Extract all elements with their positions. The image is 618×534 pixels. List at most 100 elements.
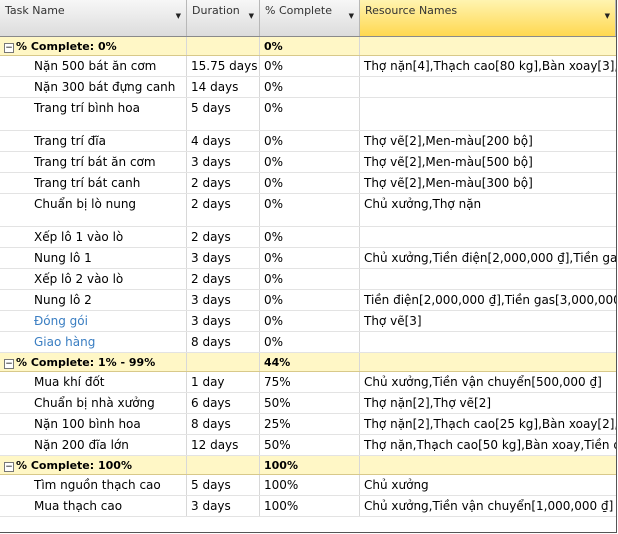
duration-cell[interactable] [187,37,260,55]
dropdown-arrow-icon[interactable]: ▼ [349,12,354,20]
group-row[interactable]: −% Complete: 0% 0% [0,37,616,56]
task-name-cell[interactable]: Giao hàng [0,332,187,352]
task-row[interactable]: Nung lô 2 3 days 0% Tiền điện[2,000,000 ₫],… [0,290,616,311]
percent-complete-cell[interactable]: 50% [260,435,360,455]
percent-complete-cell[interactable]: 100% [260,496,360,516]
resource-names-cell[interactable] [360,353,616,371]
group-row[interactable]: −% Complete: 1% - 99% 44% [0,353,616,372]
resource-names-cell[interactable]: Chủ xưởng,Thợ nặn [360,194,616,226]
percent-complete-cell[interactable]: 0% [260,227,360,247]
percent-complete-cell[interactable]: 0% [260,332,360,352]
dropdown-arrow-icon[interactable]: ▼ [176,12,181,20]
duration-cell[interactable]: 14 days [187,77,260,97]
resource-names-cell[interactable]: Thợ nặn[4],Thạch cao[80 kg],Bàn xoay[3], [360,56,616,76]
resource-names-cell[interactable]: Tiền điện[2,000,000 ₫],Tiền gas[3,000,00… [360,290,616,310]
task-row[interactable]: Đóng gói 3 days 0% Thợ vẽ[3] [0,311,616,332]
column-header-resource-names[interactable]: Resource Names ▼ [360,0,616,36]
resource-names-cell[interactable]: Chủ xưởng [360,475,616,495]
task-name-cell[interactable]: Nung lô 1 [0,248,187,268]
duration-cell[interactable]: 5 days [187,98,260,130]
duration-cell[interactable]: 3 days [187,248,260,268]
resource-names-cell[interactable]: Thợ nặn[2],Thợ vẽ[2] [360,393,616,413]
percent-complete-cell[interactable]: 75% [260,372,360,392]
duration-cell[interactable]: 2 days [187,194,260,226]
task-name-cell[interactable]: Tìm nguồn thạch cao [0,475,187,495]
task-name-cell[interactable]: Trang trí bát ăn cơm [0,152,187,172]
task-name-cell[interactable]: Nặn 300 bát đựng canh [0,77,187,97]
duration-cell[interactable]: 5 days [187,475,260,495]
resource-names-cell[interactable] [360,227,616,247]
resource-names-cell[interactable]: Chủ xưởng,Tiền vận chuyển[500,000 ₫] [360,372,616,392]
task-name-cell[interactable]: Mua khí đốt [0,372,187,392]
resource-names-cell[interactable]: Thợ vẽ[2],Men-màu[300 bộ] [360,173,616,193]
duration-cell[interactable]: 4 days [187,131,260,151]
task-name-cell[interactable]: Nặn 500 bát ăn cơm [0,56,187,76]
task-name-cell[interactable]: Mua thạch cao [0,496,187,516]
resource-names-cell[interactable]: Chủ xưởng,Tiền điện[2,000,000 ₫],Tiền ga [360,248,616,268]
percent-complete-cell[interactable]: 0% [260,290,360,310]
dropdown-arrow-icon[interactable]: ▼ [605,12,610,20]
percent-complete-cell[interactable]: 0% [260,269,360,289]
task-name-cell[interactable]: −% Complete: 100% [0,456,187,474]
percent-complete-cell[interactable]: 0% [260,173,360,193]
duration-cell[interactable]: 3 days [187,152,260,172]
resource-names-cell[interactable] [360,77,616,97]
collapse-icon[interactable]: − [4,462,14,472]
task-name-cell[interactable]: Trang trí bình hoa [0,98,187,130]
task-row[interactable]: Nặn 200 đĩa lớn 12 days 50% Thợ nặn,Thạch c… [0,435,616,456]
collapse-icon[interactable]: − [4,359,14,369]
percent-complete-cell[interactable]: 0% [260,77,360,97]
duration-cell[interactable]: 8 days [187,414,260,434]
task-name-cell[interactable]: Chuẩn bị lò nung [0,194,187,226]
resource-names-cell[interactable]: Thợ vẽ[2],Men-màu[200 bộ] [360,131,616,151]
percent-complete-cell[interactable]: 0% [260,37,360,55]
task-row[interactable]: Nặn 500 bát ăn cơm 15.75 days 0% Thợ nặn[4]… [0,56,616,77]
resource-names-cell[interactable]: Thợ nặn[2],Thạch cao[25 kg],Bàn xoay[2], [360,414,616,434]
task-row[interactable]: Xếp lô 2 vào lò 2 days 0% [0,269,616,290]
percent-complete-cell[interactable]: 0% [260,98,360,130]
task-row[interactable]: Trang trí bình hoa 5 days 0% [0,98,616,131]
resource-names-cell[interactable] [360,98,616,130]
resource-names-cell[interactable] [360,456,616,474]
task-row[interactable]: Chuẩn bị nhà xưởng 6 days 50% Thợ nặn[2],Th… [0,393,616,414]
duration-cell[interactable]: 3 days [187,290,260,310]
task-name-cell[interactable]: Chuẩn bị nhà xưởng [0,393,187,413]
task-row[interactable]: Mua thạch cao 3 days 100% Chủ xưởng,Tiền vậ… [0,496,616,517]
task-name-cell[interactable]: −% Complete: 0% [0,37,187,55]
percent-complete-cell[interactable]: 0% [260,311,360,331]
task-row[interactable]: Xếp lô 1 vào lò 2 days 0% [0,227,616,248]
duration-cell[interactable] [187,456,260,474]
duration-cell[interactable]: 2 days [187,269,260,289]
duration-cell[interactable]: 3 days [187,311,260,331]
group-row[interactable]: −% Complete: 100% 100% [0,456,616,475]
duration-cell[interactable]: 12 days [187,435,260,455]
task-name-cell[interactable]: Xếp lô 1 vào lò [0,227,187,247]
resource-names-cell[interactable]: Thợ vẽ[2],Men-màu[500 bộ] [360,152,616,172]
duration-cell[interactable]: 15.75 days [187,56,260,76]
duration-cell[interactable]: 2 days [187,227,260,247]
percent-complete-cell[interactable]: 0% [260,248,360,268]
column-header-duration[interactable]: Duration ▼ [187,0,260,36]
percent-complete-cell[interactable]: 25% [260,414,360,434]
task-row[interactable]: Nặn 100 bình hoa 8 days 25% Thợ nặn[2],Thạc… [0,414,616,435]
resource-names-cell[interactable]: Thợ nặn,Thạch cao[50 kg],Bàn xoay,Tiền đ [360,435,616,455]
percent-complete-cell[interactable]: 100% [260,475,360,495]
task-name-cell[interactable]: Xếp lô 2 vào lò [0,269,187,289]
task-name-cell[interactable]: −% Complete: 1% - 99% [0,353,187,371]
duration-cell[interactable]: 2 days [187,173,260,193]
dropdown-arrow-icon[interactable]: ▼ [249,12,254,20]
percent-complete-cell[interactable]: 44% [260,353,360,371]
task-row[interactable]: Nặn 300 bát đựng canh 14 days 0% [0,77,616,98]
percent-complete-cell[interactable]: 100% [260,456,360,474]
task-row[interactable]: Nung lô 1 3 days 0% Chủ xưởng,Tiền điện[2,0… [0,248,616,269]
resource-names-cell[interactable]: Thợ vẽ[3] [360,311,616,331]
column-header-task-name[interactable]: Task Name ▼ [0,0,187,36]
task-row[interactable]: Trang trí đĩa 4 days 0% Thợ vẽ[2],Men-màu[2… [0,131,616,152]
task-name-cell[interactable]: Nặn 200 đĩa lớn [0,435,187,455]
task-row[interactable]: Trang trí bát ăn cơm 3 days 0% Thợ vẽ[2],Me… [0,152,616,173]
resource-names-cell[interactable]: Chủ xưởng,Tiền vận chuyển[1,000,000 ₫] [360,496,616,516]
task-row[interactable]: Tìm nguồn thạch cao 5 days 100% Chủ xưởng [0,475,616,496]
task-row[interactable]: Giao hàng 8 days 0% [0,332,616,353]
task-row[interactable]: Chuẩn bị lò nung 2 days 0% Chủ xưởng,Thợ nặ… [0,194,616,227]
task-name-cell[interactable]: Nung lô 2 [0,290,187,310]
